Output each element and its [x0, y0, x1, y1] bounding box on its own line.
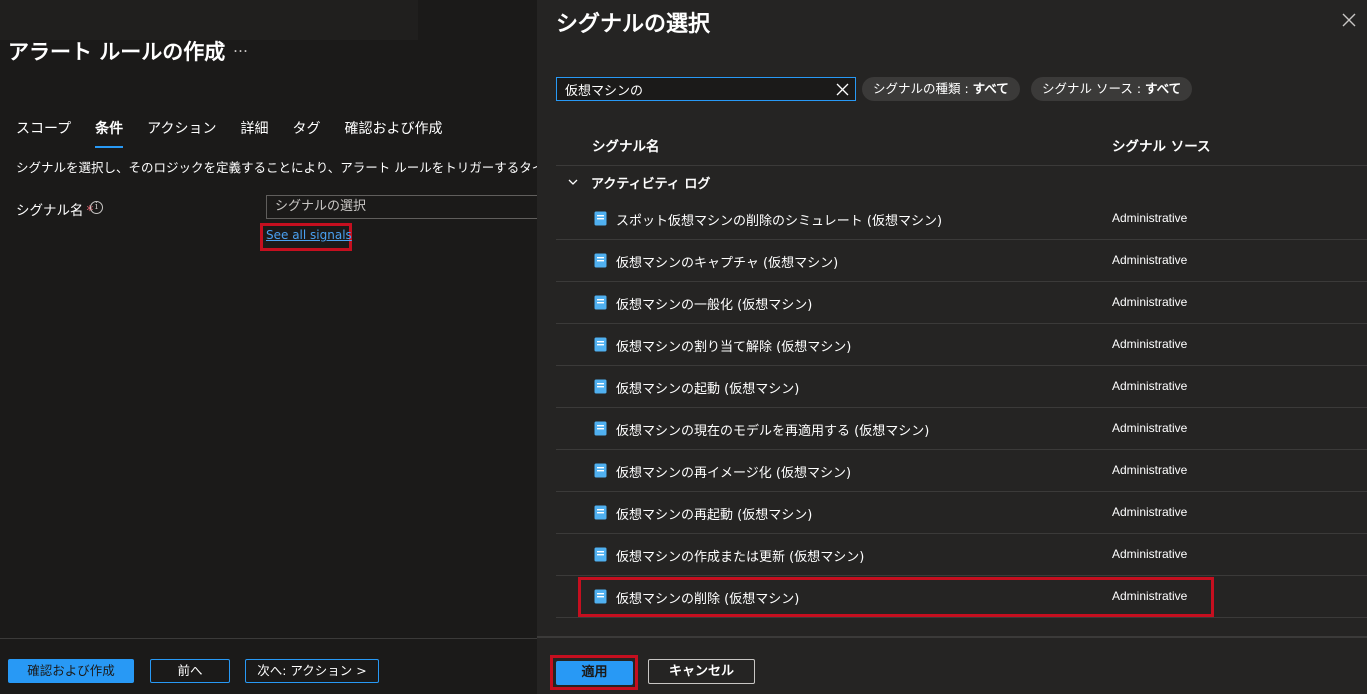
info-icon[interactable]: i: [90, 201, 103, 214]
table-row[interactable]: 仮想マシンの一般化 (仮想マシン) Administrative: [556, 282, 1367, 324]
signal-type-filter[interactable]: シグナルの種類 : すべて: [862, 77, 1020, 101]
activity-log-icon: [594, 547, 607, 562]
top-strip: [0, 0, 418, 40]
signal-source-filter-label: シグナル ソース :: [1042, 81, 1146, 96]
table-row[interactable]: 仮想マシンの起動 (仮想マシン) Administrative: [556, 366, 1367, 408]
tab-details[interactable]: 詳細: [240, 118, 268, 148]
footer-divider: [0, 638, 537, 639]
apply-button[interactable]: 適用: [556, 661, 633, 685]
more-options-icon[interactable]: …: [233, 38, 249, 56]
signal-name: 仮想マシンの現在のモデルを再適用する (仮想マシン): [616, 424, 930, 439]
tab-condition[interactable]: 条件: [95, 118, 124, 148]
table-row[interactable]: 仮想マシンの作成または更新 (仮想マシン) Administrative: [556, 534, 1367, 576]
search-value: 仮想マシンの: [565, 84, 644, 99]
signal-source: Administrative: [1112, 463, 1188, 477]
clear-search-icon[interactable]: [836, 83, 849, 96]
signal-source: Administrative: [1112, 547, 1188, 561]
page-title: アラート ルールの作成: [8, 40, 226, 64]
next-actions-button[interactable]: 次へ: アクション >: [245, 659, 379, 683]
group-activity-log[interactable]: アクティビティ ログ: [567, 172, 710, 192]
column-header-signal-name[interactable]: シグナル名: [592, 135, 660, 155]
panel-title: シグナルの選択: [556, 12, 711, 37]
review-create-button[interactable]: 確認および作成: [8, 659, 134, 683]
table-row[interactable]: 仮想マシンの再イメージ化 (仮想マシン) Administrative: [556, 450, 1367, 492]
signal-type-filter-label: シグナルの種類 :: [873, 81, 973, 96]
signal-name: 仮想マシンの一般化 (仮想マシン): [616, 298, 813, 313]
activity-log-icon: [594, 253, 607, 268]
signal-source: Administrative: [1112, 295, 1188, 309]
tab-bar: スコープ 条件 アクション 詳細 タグ 確認および作成: [16, 118, 466, 148]
activity-log-icon: [594, 463, 607, 478]
table-row[interactable]: 仮想マシンの割り当て解除 (仮想マシン) Administrative: [556, 324, 1367, 366]
tab-tags[interactable]: タグ: [292, 118, 320, 148]
signal-list: スポット仮想マシンの削除のシミュレート (仮想マシン) Administrativ…: [556, 198, 1367, 618]
signal-name: 仮想マシンの再イメージ化 (仮想マシン): [616, 466, 852, 481]
selected-row-highlight-box: [578, 577, 1214, 617]
activity-log-icon: [594, 379, 607, 394]
group-label: アクティビティ ログ: [591, 176, 711, 192]
activity-log-icon: [594, 505, 607, 520]
signal-search-input[interactable]: 仮想マシンの: [556, 77, 856, 101]
column-header-signal-source[interactable]: シグナル ソース: [1112, 135, 1211, 155]
previous-button[interactable]: 前へ: [150, 659, 230, 683]
signal-source: Administrative: [1112, 505, 1188, 519]
chevron-down-icon: [568, 179, 578, 185]
see-all-signals-link[interactable]: See all signals: [266, 228, 352, 242]
signal-type-filter-value: すべて: [972, 81, 1009, 96]
signal-source: Administrative: [1112, 253, 1188, 267]
table-row[interactable]: スポット仮想マシンの削除のシミュレート (仮想マシン) Administrativ…: [556, 198, 1367, 240]
signal-name: 仮想マシンの再起動 (仮想マシン): [616, 508, 813, 523]
signal-name-label: シグナル名 *: [16, 199, 93, 219]
table-row[interactable]: 仮想マシンのキャプチャ (仮想マシン) Administrative: [556, 240, 1367, 282]
signal-source: Administrative: [1112, 421, 1188, 435]
activity-log-icon: [594, 211, 607, 226]
table-row[interactable]: 仮想マシンの現在のモデルを再適用する (仮想マシン) Administrative: [556, 408, 1367, 450]
signal-source-filter-value: すべて: [1145, 81, 1182, 96]
tab-review-create[interactable]: 確認および作成: [344, 118, 442, 148]
tab-actions[interactable]: アクション: [147, 118, 216, 148]
tab-scope[interactable]: スコープ: [16, 118, 71, 148]
signal-name-label-text: シグナル名: [16, 203, 84, 219]
activity-log-icon: [594, 295, 607, 310]
activity-log-icon: [594, 337, 607, 352]
close-icon[interactable]: [1341, 12, 1357, 28]
signal-name: 仮想マシンの起動 (仮想マシン): [616, 382, 800, 397]
activity-log-icon: [594, 421, 607, 436]
signal-name: 仮想マシンのキャプチャ (仮想マシン): [616, 256, 839, 271]
panel-footer-divider: [537, 636, 1367, 638]
cancel-button[interactable]: キャンセル: [648, 659, 755, 684]
table-row[interactable]: 仮想マシンの再起動 (仮想マシン) Administrative: [556, 492, 1367, 534]
signal-name: 仮想マシンの作成または更新 (仮想マシン): [616, 550, 865, 565]
signal-name: スポット仮想マシンの削除のシミュレート (仮想マシン): [616, 214, 943, 229]
signal-source-filter[interactable]: シグナル ソース : すべて: [1031, 77, 1193, 101]
signal-source: Administrative: [1112, 379, 1188, 393]
condition-description: シグナルを選択し、そのロジックを定義することにより、アラート ルールをトリガーす…: [16, 160, 537, 175]
signal-name: 仮想マシンの割り当て解除 (仮想マシン): [616, 340, 852, 355]
alert-rule-page: アラート ルールの作成 … スコープ 条件 アクション 詳細 タグ 確認および作…: [0, 0, 546, 694]
signal-source: Administrative: [1112, 337, 1188, 351]
signal-select-input[interactable]: シグナルの選択: [266, 195, 546, 219]
signal-source: Administrative: [1112, 211, 1188, 225]
header-divider: [556, 165, 1367, 166]
